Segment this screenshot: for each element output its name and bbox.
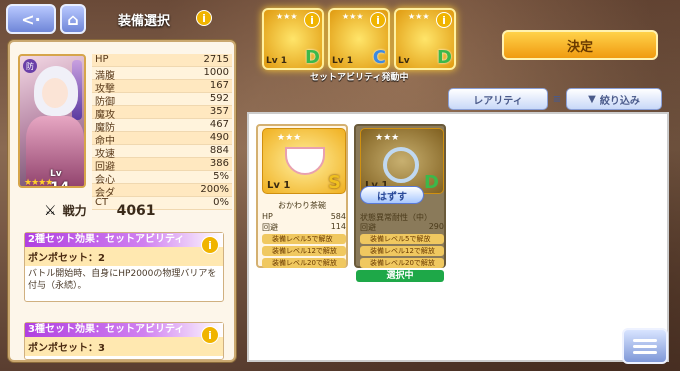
stat-row: 満腹 1000 [92,67,232,82]
back-button[interactable]: <· [6,4,56,34]
selected-badge: 選択中 [356,270,444,282]
power-value: 4061 [116,202,156,219]
set-slot-3[interactable]: ★★★ i Lv D [394,8,456,70]
stat-row: 命中 490 [92,132,232,147]
home-button[interactable]: ⌂ [60,4,86,34]
decide-button[interactable]: 決定 [502,30,658,60]
power-display: ⚔ 戦力 4061 [44,202,156,219]
stat-row: 攻速 884 [92,145,232,160]
set-effect-3: 3種セット効果：セットアビリティ ポンポセット：3 i [24,322,224,360]
slot-info-icon: i [436,12,452,28]
filter-icon: ▼ [588,93,596,105]
swords-icon: ⚔ [44,202,57,219]
equipment-card[interactable]: ★★★ Lv 1 S おかわり茶碗 HP 584 回避 114 装備レベル5で解放 … [256,124,348,268]
set-info-icon[interactable]: i [201,236,219,254]
set-slot-1[interactable]: ★★★ i Lv 1D [262,8,324,70]
slot-info-icon: i [304,12,320,28]
stat-row: 魔攻 357 [92,106,232,121]
power-label: 戦力 [62,204,87,218]
character-panel: 防 Lv 14 ★★★★ HP 2715 満腹 1000 攻撃 167 防御 592 魔攻 357… [8,40,236,362]
stat-row: HP 2715 [92,54,232,67]
page-title: 装備選択 [118,14,171,29]
rarity-sort-button[interactable]: レアリティ [448,88,548,110]
rarity-stars: ★★★★ [24,178,53,188]
home-icon: ⌂ [67,9,79,29]
back-arrow-icon: <· [21,9,41,29]
character-portrait[interactable]: 防 Lv 14 ★★★★ [18,54,86,188]
remove-button[interactable]: はずす [360,186,424,204]
bowl-icon: ★★★ Lv 1 S [262,128,346,194]
set-slot-2[interactable]: ★★★ i Lv 1C [328,8,390,70]
character-level: Lv 14 [50,169,70,188]
set-active-label: セットアビリティ発動中 [310,73,409,83]
stat-row: 攻撃 167 [92,80,232,95]
filter-button[interactable]: ▼ 絞り込み [566,88,662,110]
stat-row: 会心 5% [92,171,232,186]
stat-row: 回避 386 [92,158,232,173]
element-icon: 防 [23,59,37,73]
sort-order-icon[interactable]: ≡ [552,88,562,110]
stats-table: HP 2715 満腹 1000 攻撃 167 防御 592 魔攻 357 魔防 467 命中 490 攻速 8… [92,54,232,210]
stat-row: 防御 592 [92,93,232,108]
menu-button[interactable] [622,328,668,364]
slot-info-icon: i [370,12,386,28]
set-effect-2: 2種セット効果：セットアビリティ ポンポセット：2 バトル開始時、自身にHP20… [24,232,224,302]
set-info-icon[interactable]: i [201,326,219,344]
info-icon[interactable]: i [196,10,212,26]
stat-row: 会ダ 200% [92,184,232,199]
ring-icon: ★★★ Lv 1 D [360,128,444,194]
stat-row: 魔防 467 [92,119,232,134]
